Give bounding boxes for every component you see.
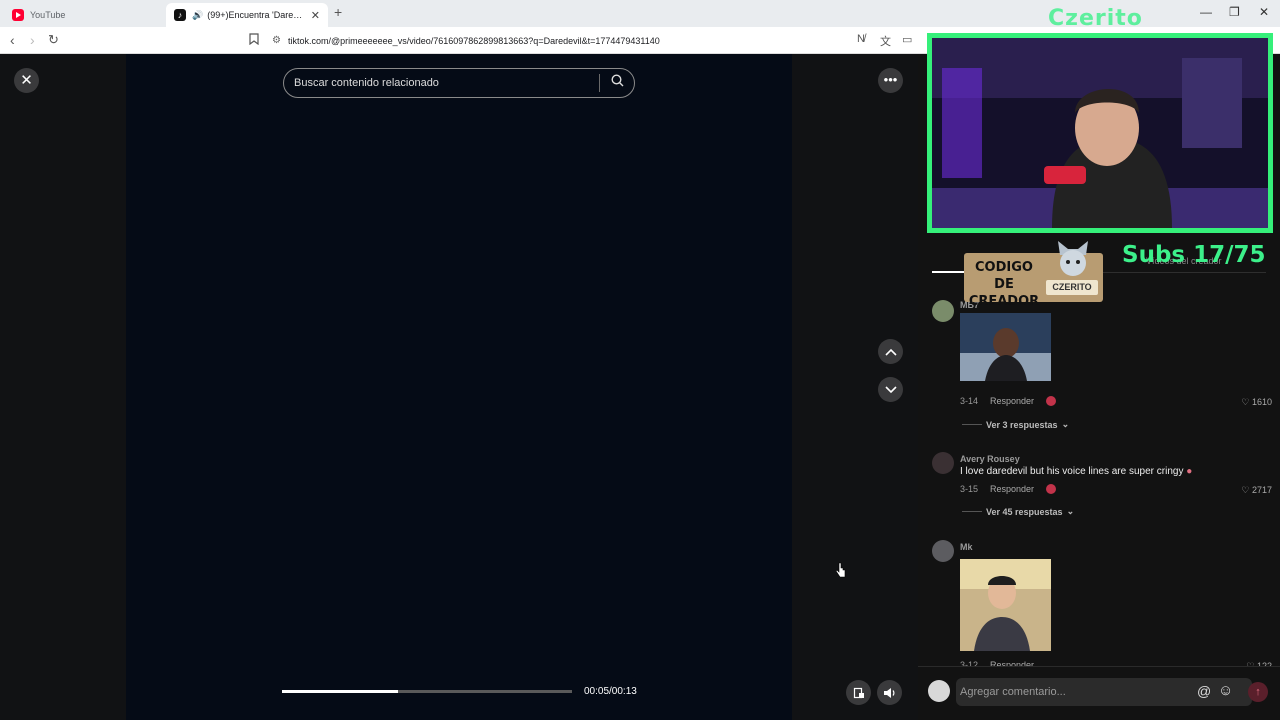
- video-player[interactable]: [126, 54, 792, 720]
- youtube-icon: [12, 9, 24, 21]
- emoji-picker-icon[interactable]: ☺: [1218, 682, 1233, 699]
- comment-date: 3-15: [960, 484, 979, 494]
- avatar[interactable]: [932, 300, 954, 322]
- subs-counter: Subs 17/75: [1122, 242, 1266, 268]
- cast-icon[interactable]: ▭: [902, 33, 912, 46]
- view-replies-button[interactable]: Ver 3 respuestas ⌄: [962, 419, 1069, 430]
- comment-item: Avery Rousey I love daredevil but his vo…: [932, 452, 1272, 522]
- comment-field: @ ☺: [956, 678, 1252, 706]
- restore-button[interactable]: ❐: [1229, 5, 1240, 19]
- speaker-icon: 🔊: [192, 9, 204, 20]
- close-window-button[interactable]: ✕: [1259, 5, 1269, 19]
- comment-image[interactable]: [960, 559, 1051, 651]
- emoji-icon: ●: [1186, 466, 1193, 477]
- site-info-icon[interactable]: ⚙: [272, 35, 288, 46]
- like-count[interactable]: ♡ 1610: [1241, 397, 1272, 408]
- avatar[interactable]: [932, 540, 954, 562]
- my-avatar: [928, 680, 950, 702]
- comment-input-bar: @ ☺ ↑: [918, 666, 1280, 720]
- chevron-down-icon: [884, 385, 897, 393]
- previous-video-button[interactable]: [878, 339, 903, 364]
- forward-button[interactable]: ›: [30, 32, 35, 48]
- translate-icon[interactable]: 文: [880, 33, 891, 49]
- back-button[interactable]: ‹: [10, 32, 15, 48]
- minimize-button[interactable]: —: [1200, 5, 1212, 19]
- volume-icon: [883, 687, 894, 698]
- comment-meta: 3-15 Responder: [960, 484, 1057, 494]
- more-options-icon[interactable]: •••: [878, 68, 903, 93]
- new-tab-button[interactable]: +: [334, 4, 342, 20]
- mascot-icon: [1058, 241, 1088, 276]
- no-translate-icon[interactable]: N̸: [857, 33, 865, 45]
- comment-text: I love daredevil but his voice lines are…: [960, 466, 1193, 477]
- streamer-name: Czerito: [1048, 6, 1143, 31]
- comment-input[interactable]: [956, 678, 1186, 706]
- reply-button[interactable]: Responder: [990, 396, 1034, 406]
- tiktok-icon: ♪: [174, 9, 186, 21]
- video-pane: ✕ ••• 00:05/00:13: [0, 54, 918, 720]
- search-icon[interactable]: [600, 74, 634, 92]
- creator-liked-icon: [1046, 396, 1057, 406]
- chevron-up-icon: [884, 348, 897, 356]
- search-input[interactable]: [284, 77, 599, 89]
- creator-code-banner: CODIGO DE CREADOR CZERITO: [964, 241, 1103, 309]
- mouse-cursor-icon: [836, 562, 846, 578]
- webcam-feed: [932, 38, 1268, 228]
- related-search: [283, 68, 635, 98]
- like-count[interactable]: ♡ 2717: [1241, 485, 1272, 496]
- send-button[interactable]: ↑: [1248, 682, 1268, 702]
- close-tab-icon[interactable]: ✕: [311, 9, 320, 22]
- tab-title: (99+)Encuentra 'Daredevil' en: [207, 10, 305, 20]
- volume-button[interactable]: [877, 680, 902, 705]
- creator-code-value: CZERITO: [1046, 280, 1098, 295]
- comment-meta: 3-14 Responder: [960, 396, 1057, 406]
- comment-username[interactable]: Mk: [960, 542, 973, 552]
- reply-button[interactable]: Responder: [990, 484, 1034, 494]
- next-video-button[interactable]: [878, 377, 903, 402]
- reload-button[interactable]: ↻: [48, 32, 59, 48]
- close-video-button[interactable]: ✕: [14, 68, 39, 93]
- webcam-overlay: [927, 33, 1273, 233]
- url-text: tiktok.com/@primeeeeeee_vs/video/7616097…: [288, 35, 660, 46]
- pip-button[interactable]: [846, 680, 871, 705]
- bookmark-icon[interactable]: [249, 33, 259, 48]
- comment-date: 3-14: [960, 396, 979, 406]
- chevron-down-icon: ⌄: [1061, 419, 1070, 429]
- view-replies-button[interactable]: Ver 45 respuestas ⌄: [962, 506, 1074, 517]
- video-progress-bar[interactable]: [282, 690, 572, 693]
- avatar[interactable]: [932, 452, 954, 474]
- video-time: 00:05/00:13: [584, 686, 637, 697]
- creator-liked-icon: [1046, 484, 1057, 494]
- comment-item: MB7 3-14 Responder ♡ 1610 Ver 3 respuest…: [932, 300, 1272, 430]
- comment-item: Mk 3-12 Responder ♡ 122: [932, 540, 1272, 671]
- chevron-down-icon: ⌄: [1066, 506, 1075, 516]
- tab-tiktok[interactable]: ♪ 🔊 (99+)Encuentra 'Daredevil' en ✕: [166, 3, 328, 27]
- creator-code-label: CODIGO DE CREADOR: [968, 260, 1040, 309]
- url-field[interactable]: ⚙ tiktok.com/@primeeeeeee_vs/video/76160…: [272, 30, 920, 51]
- pip-icon: [853, 687, 864, 698]
- progress-fill: [282, 690, 398, 693]
- tab-youtube[interactable]: YouTube: [4, 3, 164, 27]
- tab-title: YouTube: [30, 10, 66, 20]
- mention-icon[interactable]: @: [1197, 683, 1211, 699]
- comment-image[interactable]: [960, 313, 1051, 381]
- comment-username[interactable]: Avery Rousey: [960, 454, 1020, 464]
